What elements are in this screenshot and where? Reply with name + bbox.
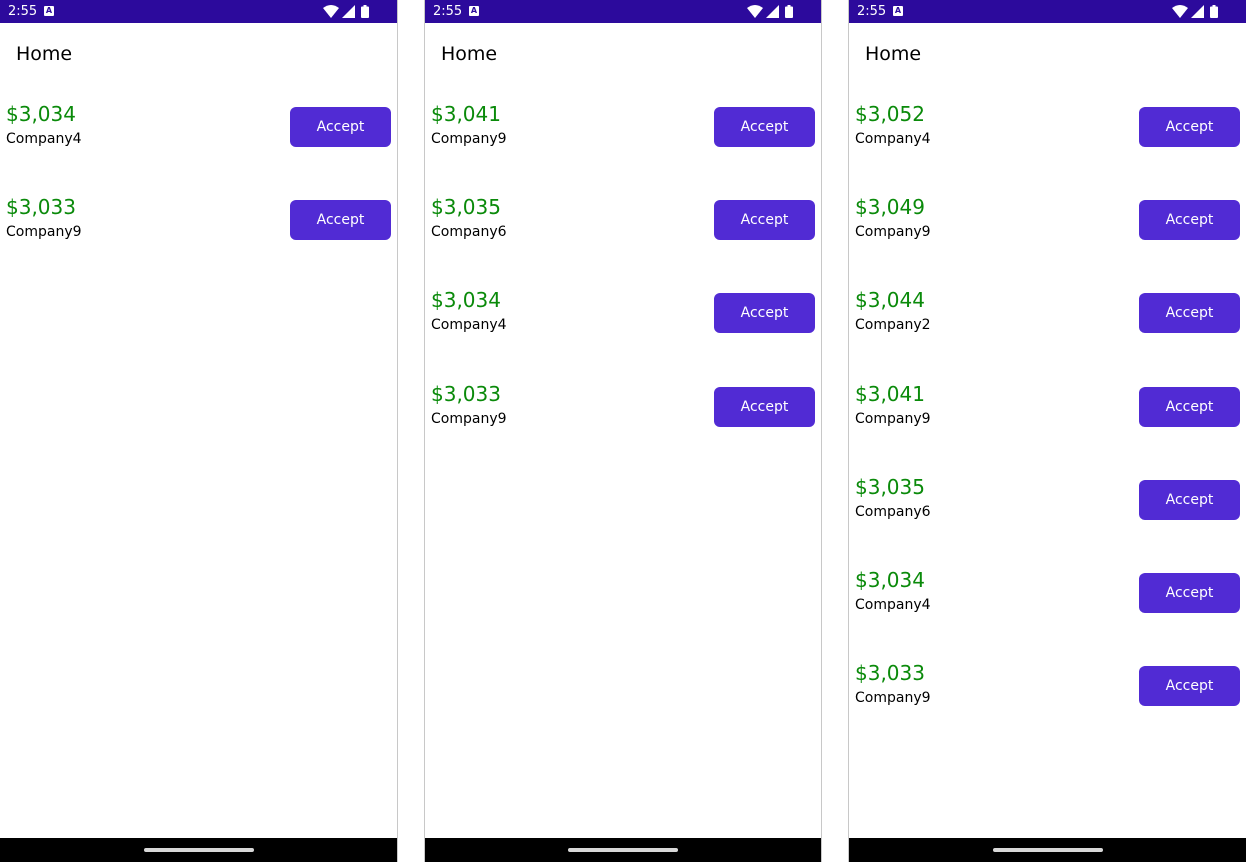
offer-item: $3,034 Company4 Accept xyxy=(849,559,1246,652)
status-icons xyxy=(747,5,795,18)
offer-list: $3,052 Company4 Accept $3,049 Company9 A… xyxy=(849,93,1246,745)
accept-button[interactable]: Accept xyxy=(290,200,391,241)
offer-company: Company9 xyxy=(855,410,931,427)
offer-amount: $3,034 xyxy=(6,102,76,126)
offer-list: $3,041 Company9 Accept $3,035 Company6 A… xyxy=(425,93,821,466)
wifi-icon xyxy=(1172,5,1188,18)
status-time: 2:55 xyxy=(433,4,463,19)
status-icons xyxy=(323,5,371,18)
accept-button[interactable]: Accept xyxy=(1139,572,1240,613)
offer-item: $3,033 Company9 Accept xyxy=(425,373,821,466)
screens-container: 2:55 A Home $3,034 Company4 Accept $3,03… xyxy=(0,0,1246,862)
offer-company: Company6 xyxy=(431,224,507,241)
offer-amount: $3,033 xyxy=(431,381,501,406)
offer-amount: $3,035 xyxy=(431,195,501,220)
cellular-signal-icon xyxy=(342,5,355,18)
accept-button[interactable]: Accept xyxy=(1139,666,1240,707)
offer-amount: $3,044 xyxy=(855,288,925,313)
battery-icon xyxy=(1210,5,1218,18)
offer-amount: $3,034 xyxy=(855,567,925,592)
android-notification-icon: A xyxy=(893,6,903,16)
offer-item: $3,034 Company4 Accept xyxy=(0,93,397,186)
accept-button[interactable]: Accept xyxy=(1139,479,1240,520)
navigation-bar xyxy=(425,838,821,862)
accept-button[interactable]: Accept xyxy=(290,107,391,147)
offer-company: Company4 xyxy=(855,131,931,147)
offer-item: $3,044 Company2 Accept xyxy=(849,279,1246,372)
offer-item: $3,033 Company9 Accept xyxy=(0,186,397,279)
offer-company: Company4 xyxy=(6,131,82,147)
page-title: Home xyxy=(865,43,922,65)
offer-company: Company9 xyxy=(431,131,507,147)
offer-item: $3,049 Company9 Accept xyxy=(849,186,1246,279)
offer-amount: $3,052 xyxy=(855,102,925,126)
offer-item: $3,034 Company4 Accept xyxy=(425,279,821,372)
offer-company: Company6 xyxy=(855,503,931,520)
cellular-signal-icon xyxy=(766,5,779,18)
home-gesture-handle[interactable] xyxy=(568,848,678,852)
home-gesture-handle[interactable] xyxy=(992,848,1103,852)
offer-item: $3,033 Company9 Accept xyxy=(849,652,1246,745)
offer-item: $3,035 Company6 Accept xyxy=(425,186,821,279)
navigation-bar xyxy=(849,838,1246,862)
status-icons xyxy=(1172,5,1220,18)
accept-button[interactable]: Accept xyxy=(1139,386,1240,427)
offer-company: Company4 xyxy=(431,317,507,334)
accept-button[interactable]: Accept xyxy=(714,200,815,241)
offer-amount: $3,034 xyxy=(431,288,501,313)
phone-screen-1: 2:55 A Home $3,034 Company4 Accept $3,03… xyxy=(0,0,398,862)
offer-item: $3,035 Company6 Accept xyxy=(849,466,1246,559)
offer-item: $3,052 Company4 Accept xyxy=(849,93,1246,186)
offer-amount: $3,041 xyxy=(855,381,925,406)
offer-company: Company9 xyxy=(431,410,507,427)
offer-company: Company9 xyxy=(855,690,931,707)
android-notification-icon: A xyxy=(44,6,54,16)
navigation-bar xyxy=(0,838,397,862)
offer-amount: $3,035 xyxy=(855,474,925,499)
offer-item: $3,041 Company9 Accept xyxy=(425,93,821,186)
status-time: 2:55 xyxy=(857,4,887,19)
accept-button[interactable]: Accept xyxy=(1139,107,1240,147)
status-bar: 2:55 A xyxy=(0,0,397,23)
wifi-icon xyxy=(323,5,339,18)
cellular-signal-icon xyxy=(1191,5,1204,18)
accept-button[interactable]: Accept xyxy=(1139,293,1240,334)
offer-item: $3,041 Company9 Accept xyxy=(849,373,1246,466)
offer-amount: $3,033 xyxy=(6,195,76,220)
page-title: Home xyxy=(441,43,498,65)
wifi-icon xyxy=(747,5,763,18)
home-gesture-handle[interactable] xyxy=(143,848,254,852)
status-bar: 2:55 A xyxy=(425,0,821,23)
status-time: 2:55 xyxy=(8,4,38,19)
offer-company: Company9 xyxy=(855,224,931,241)
offer-company: Company4 xyxy=(855,596,931,613)
accept-button[interactable]: Accept xyxy=(714,293,815,334)
accept-button[interactable]: Accept xyxy=(1139,200,1240,241)
offer-amount: $3,049 xyxy=(855,195,925,220)
battery-icon xyxy=(361,5,369,18)
status-bar: 2:55 A xyxy=(849,0,1246,23)
offer-amount: $3,041 xyxy=(431,102,501,126)
offer-company: Company2 xyxy=(855,317,931,334)
accept-button[interactable]: Accept xyxy=(714,386,815,427)
phone-screen-3: 2:55 A Home $3,052 Company4 Accept $3,04… xyxy=(848,0,1246,862)
offer-list: $3,034 Company4 Accept $3,033 Company9 A… xyxy=(0,93,397,279)
android-notification-icon: A xyxy=(469,6,479,16)
page-title: Home xyxy=(16,43,73,65)
phone-screen-2: 2:55 A Home $3,041 Company9 Accept $3,03… xyxy=(424,0,822,862)
offer-amount: $3,033 xyxy=(855,661,925,686)
offer-company: Company9 xyxy=(6,224,82,241)
accept-button[interactable]: Accept xyxy=(714,107,815,147)
battery-icon xyxy=(785,5,793,18)
